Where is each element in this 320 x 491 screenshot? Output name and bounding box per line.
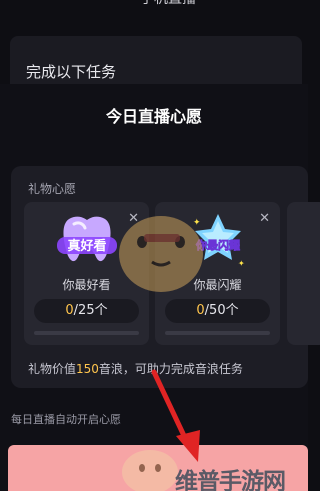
- gift-progress-bar: [165, 331, 270, 335]
- top-fragment-text: 手机直播: [140, 0, 196, 8]
- gift-card-3-partial[interactable]: [287, 202, 320, 345]
- watermark-logo-icon: [122, 450, 178, 491]
- watermark-text: 维普手游网: [175, 469, 286, 491]
- note-prefix: 礼物价值: [28, 362, 77, 376]
- task-title: 完成以下任务: [26, 63, 117, 81]
- tooth-gift-icon: 真好看: [56, 216, 117, 262]
- close-icon[interactable]: ✕: [259, 212, 270, 225]
- gift-target-count: /50个: [204, 303, 239, 318]
- gift-progress-count: 0/50个: [165, 299, 270, 323]
- sparkle-icon: ✦: [238, 259, 245, 268]
- gift-value-note: 礼物价值150音浪，可助力完成音浪任务: [28, 360, 243, 377]
- gift-wish-label: 礼物心愿: [28, 182, 77, 196]
- gift-target-count: /25个: [73, 303, 108, 318]
- tooth-sticker-text: 真好看: [67, 238, 106, 254]
- auto-wish-label: 每日直播自动开启心愿: [11, 413, 121, 426]
- gift-current-count: 0: [65, 303, 74, 318]
- sheet-title: 今日直播心愿: [105, 107, 202, 126]
- note-amount: 150: [76, 362, 99, 376]
- gift-current-count: 0: [196, 303, 205, 318]
- gift-progress-count: 0/25个: [34, 299, 139, 323]
- watermark-mascot-icon: [119, 216, 203, 292]
- gift-progress-bar: [34, 331, 139, 335]
